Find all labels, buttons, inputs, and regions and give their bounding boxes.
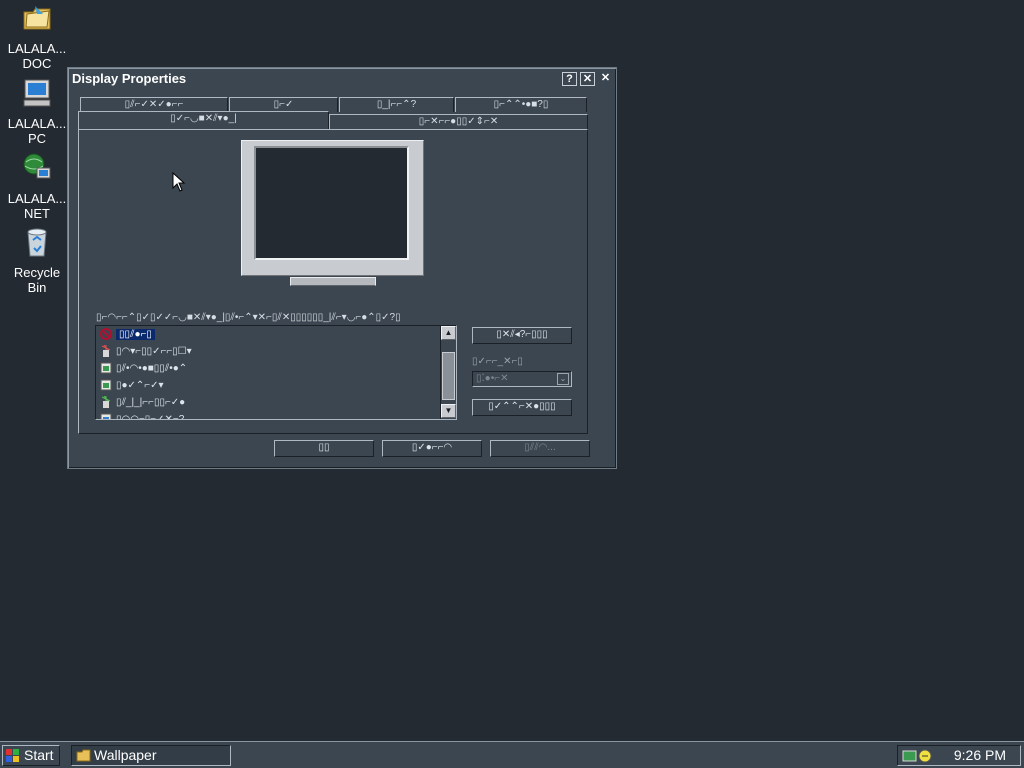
wallpaper-list[interactable]: ▯▯⫽●⌐▯ ▯◠▾⌐▯▯✓⌐⌐▯☐▾ ▯⫽•◠•●■▯▯⫽•●⌃ ▯●✓⌃⌐✓…	[95, 325, 457, 420]
browse-button[interactable]: ▯✕⫽◂?⌐▯▯▯	[472, 327, 572, 344]
tab-background[interactable]: ▯⫽⌐✓✕✓●⌐⌐	[80, 97, 228, 112]
taskbar-item-label: Wallpaper	[94, 747, 157, 763]
taskbar: Start Wallpaper 9:26 PM	[0, 741, 1024, 768]
scroll-up-button[interactable]: ▲	[441, 326, 456, 340]
display-group-label: ▯✓⌐⌐_✕⌐▯	[472, 356, 523, 367]
monitor-screen	[254, 146, 409, 260]
scroll-thumb[interactable]	[442, 352, 455, 400]
tab-settings[interactable]: ▯⌐✕⌐⌐●▯▯✓⇕⌐✕	[329, 114, 588, 129]
list-item-label: ▯▯⫽●⌐▯	[116, 329, 155, 340]
desktop-icon-label: LALALA... PC	[7, 116, 67, 146]
image-icon	[100, 379, 112, 391]
start-label: Start	[24, 747, 54, 763]
network-icon	[23, 153, 51, 179]
display-mode-value: ▯⁚●•⌐✕	[476, 373, 509, 384]
list-item-label: ▯⫽•◠•●■▯▯⫽•●⌃	[116, 363, 188, 374]
taskbar-item-wallpaper[interactable]: Wallpaper	[71, 745, 231, 766]
tab-wallpaper[interactable]: ▯✓⌐◡■✕⫽▾●_|	[78, 111, 329, 129]
mouse-cursor-icon	[172, 172, 186, 192]
tab-effects[interactable]: ▯⌐⌃⌃•●■?▯	[455, 97, 587, 112]
folder-icon	[76, 749, 91, 762]
desktop-icon-pc[interactable]: LALALA... PC	[2, 77, 72, 146]
list-item-label: ▯◠◠⌐▯⌐✓✕⌐?	[116, 414, 185, 420]
tab-appearance[interactable]: ▯_|⌐⌐⌃?	[339, 97, 454, 112]
none-icon	[100, 328, 112, 340]
close-button[interactable]: ✕	[580, 72, 595, 86]
apply-button[interactable]: ▯⫽⫽◠...	[490, 440, 590, 457]
system-tray: 9:26 PM	[897, 745, 1021, 766]
monitor-stand	[290, 277, 376, 286]
monitor-preview	[241, 140, 424, 276]
tray-icons[interactable]	[902, 748, 934, 764]
wallpaper-list-caption: ▯⌐◠⌐⌐⌃▯✓▯✓✓⌐◡■✕⫽▾●_|▯⫽•⌐⌃▾✕⌐▯⫽✕▯▯▯▯▯▯_|⫽…	[96, 312, 401, 323]
list-item-label: ▯⫽_|_|⌐⌐▯▯⌐✓●	[116, 397, 186, 408]
desktop-icon-label: LALALA... DOC	[7, 41, 67, 71]
pattern-button[interactable]: ▯✓⌃⌃⌐✕●▯▯▯	[472, 399, 572, 416]
folder-icon	[23, 6, 51, 30]
list-item[interactable]: ▯●✓⌃⌐✓▾	[96, 377, 456, 394]
window-titlebar[interactable]: Display Properties ? ✕ ✕	[70, 70, 614, 88]
list-item[interactable]: ▯▯⫽●⌐▯	[96, 326, 456, 343]
windows-logo-icon	[6, 749, 19, 762]
taskbar-clock[interactable]: 9:26 PM	[954, 746, 1006, 765]
desktop-icon-label: Recycle Bin	[13, 265, 61, 295]
list-item[interactable]: ▯⫽•◠•●■▯▯⫽•●⌃	[96, 360, 456, 377]
outer-close-button[interactable]: ✕	[598, 72, 613, 86]
window-title: Display Properties	[72, 71, 187, 86]
start-button[interactable]: Start	[2, 745, 60, 766]
computer-icon	[23, 79, 51, 107]
image-icon	[100, 413, 112, 419]
cancel-button[interactable]: ▯✓●⌐⌐◠	[382, 440, 482, 457]
list-item[interactable]: ▯⫽_|_|⌐⌐▯▯⌐✓●	[96, 394, 456, 411]
image-icon	[100, 362, 112, 374]
desktop-icon-doc[interactable]: LALALA... DOC	[2, 2, 72, 71]
scroll-down-button[interactable]: ▼	[441, 404, 456, 418]
paint-icon	[101, 345, 111, 357]
list-item-label: ▯◠▾⌐▯▯✓⌐⌐▯☐▾	[116, 346, 192, 357]
recycle-bin-icon	[27, 228, 47, 257]
tab-screensaver[interactable]: ▯⌐✓	[229, 97, 338, 112]
list-scrollbar[interactable]: ▲ ▼	[440, 326, 456, 419]
list-item-label: ▯●✓⌃⌐✓▾	[116, 380, 164, 391]
desktop-icon-label: LALALA... NET	[7, 191, 67, 221]
ok-button[interactable]: ▯▯	[274, 440, 374, 457]
paint-icon	[101, 396, 111, 408]
desktop-icon-recycle-bin[interactable]: Recycle Bin	[2, 226, 72, 295]
list-item[interactable]: ▯◠◠⌐▯⌐✓✕⌐?	[96, 411, 456, 420]
display-mode-select[interactable]: ▯⁚●•⌐✕ ⌄	[472, 371, 572, 387]
display-properties-window: Display Properties ? ✕ ✕ ▯⫽⌐✓✕✓●⌐⌐ ▯⌐✓ ▯…	[67, 67, 617, 469]
chevron-down-icon: ⌄	[557, 373, 569, 385]
help-button[interactable]: ?	[562, 72, 577, 86]
desktop-icon-net[interactable]: LALALA... NET	[2, 152, 72, 221]
list-item[interactable]: ▯◠▾⌐▯▯✓⌐⌐▯☐▾	[96, 343, 456, 360]
